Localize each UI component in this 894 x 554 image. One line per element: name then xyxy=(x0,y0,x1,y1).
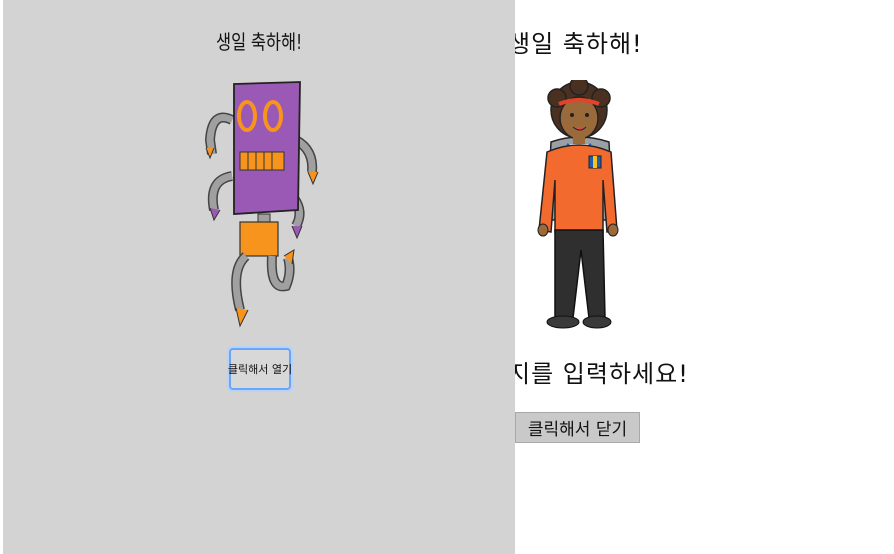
robot-illustration xyxy=(204,81,319,328)
card-cover-title: 생일 축하해! xyxy=(215,30,303,54)
card-inside-message: 지를 입력하세요! xyxy=(508,360,689,388)
kid-illustration xyxy=(537,80,619,329)
close-card-button[interactable]: 클릭해서 닫기 xyxy=(515,412,640,443)
card-inside-title: 생일 축하해! xyxy=(508,30,643,58)
open-card-button[interactable]: 클릭해서 열기 xyxy=(228,348,292,390)
card-cover: 생일 축하해! 클릭해서 열기 xyxy=(3,0,515,554)
